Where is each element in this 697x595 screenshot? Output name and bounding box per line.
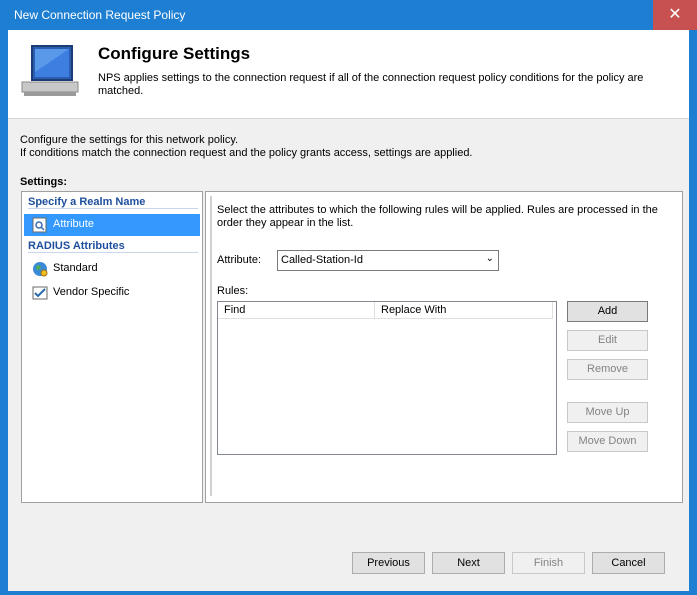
window-title: New Connection Request Policy [14,8,186,22]
title-bar: New Connection Request Policy ✕ [0,0,697,30]
rules-label: Rules: [217,285,249,297]
intro-line-1: Configure the settings for this network … [20,134,239,146]
settings-label: Settings: [20,176,68,188]
finish-button[interactable]: Finish [512,552,585,574]
column-header-find[interactable]: Find [218,302,375,319]
close-icon: ✕ [668,6,682,23]
category-realm-name: Specify a Realm Name [28,196,198,209]
column-header-label: Replace With [381,304,447,316]
add-button[interactable]: Add [567,301,648,322]
previous-button[interactable]: Previous [352,552,425,574]
attribute-instructions: Select the attributes to which the follo… [217,204,658,229]
column-header-replace-with[interactable]: Replace With [375,302,553,319]
nav-item-label: Attribute [53,218,94,230]
attribute-dropdown[interactable]: Called-Station-Id ⌄ [277,250,499,271]
attribute-selected-value: Called-Station-Id [281,254,363,266]
attribute-label: Attribute: [217,254,262,266]
pane-divider [210,196,212,496]
intro-line-2: If conditions match the connection reque… [20,147,473,159]
rules-list[interactable]: Find Replace With [217,301,557,455]
nav-item-standard[interactable]: Standard [24,258,200,280]
checkbox-icon [32,286,48,300]
chevron-down-icon: ⌄ [485,253,494,264]
category-radius-attributes: RADIUS Attributes [28,240,198,253]
nav-item-label: Standard [53,262,98,274]
attribute-icon [32,217,47,233]
monitor-icon [21,45,79,96]
footer-separator [8,540,689,541]
globe-icon [33,262,48,277]
close-button[interactable]: ✕ [653,0,697,30]
move-up-button[interactable]: Move Up [567,402,648,423]
intro-text: Configure the settings for this network … [20,134,473,160]
column-header-label: Find [224,304,246,316]
edit-button[interactable]: Edit [567,330,648,351]
page-description: NPS applies settings to the connection r… [98,72,644,97]
nav-item-vendor-specific[interactable]: Vendor Specific [24,282,200,304]
cancel-button[interactable]: Cancel [592,552,665,574]
nav-item-attribute[interactable]: Attribute [24,214,200,236]
next-button[interactable]: Next [432,552,505,574]
settings-nav-pane: Specify a Realm Name Attribute RADIUS At… [21,191,203,503]
nav-item-label: Vendor Specific [53,286,130,298]
page-title: Configure Settings [98,44,251,63]
remove-button[interactable]: Remove [567,359,648,380]
move-down-button[interactable]: Move Down [567,431,648,452]
